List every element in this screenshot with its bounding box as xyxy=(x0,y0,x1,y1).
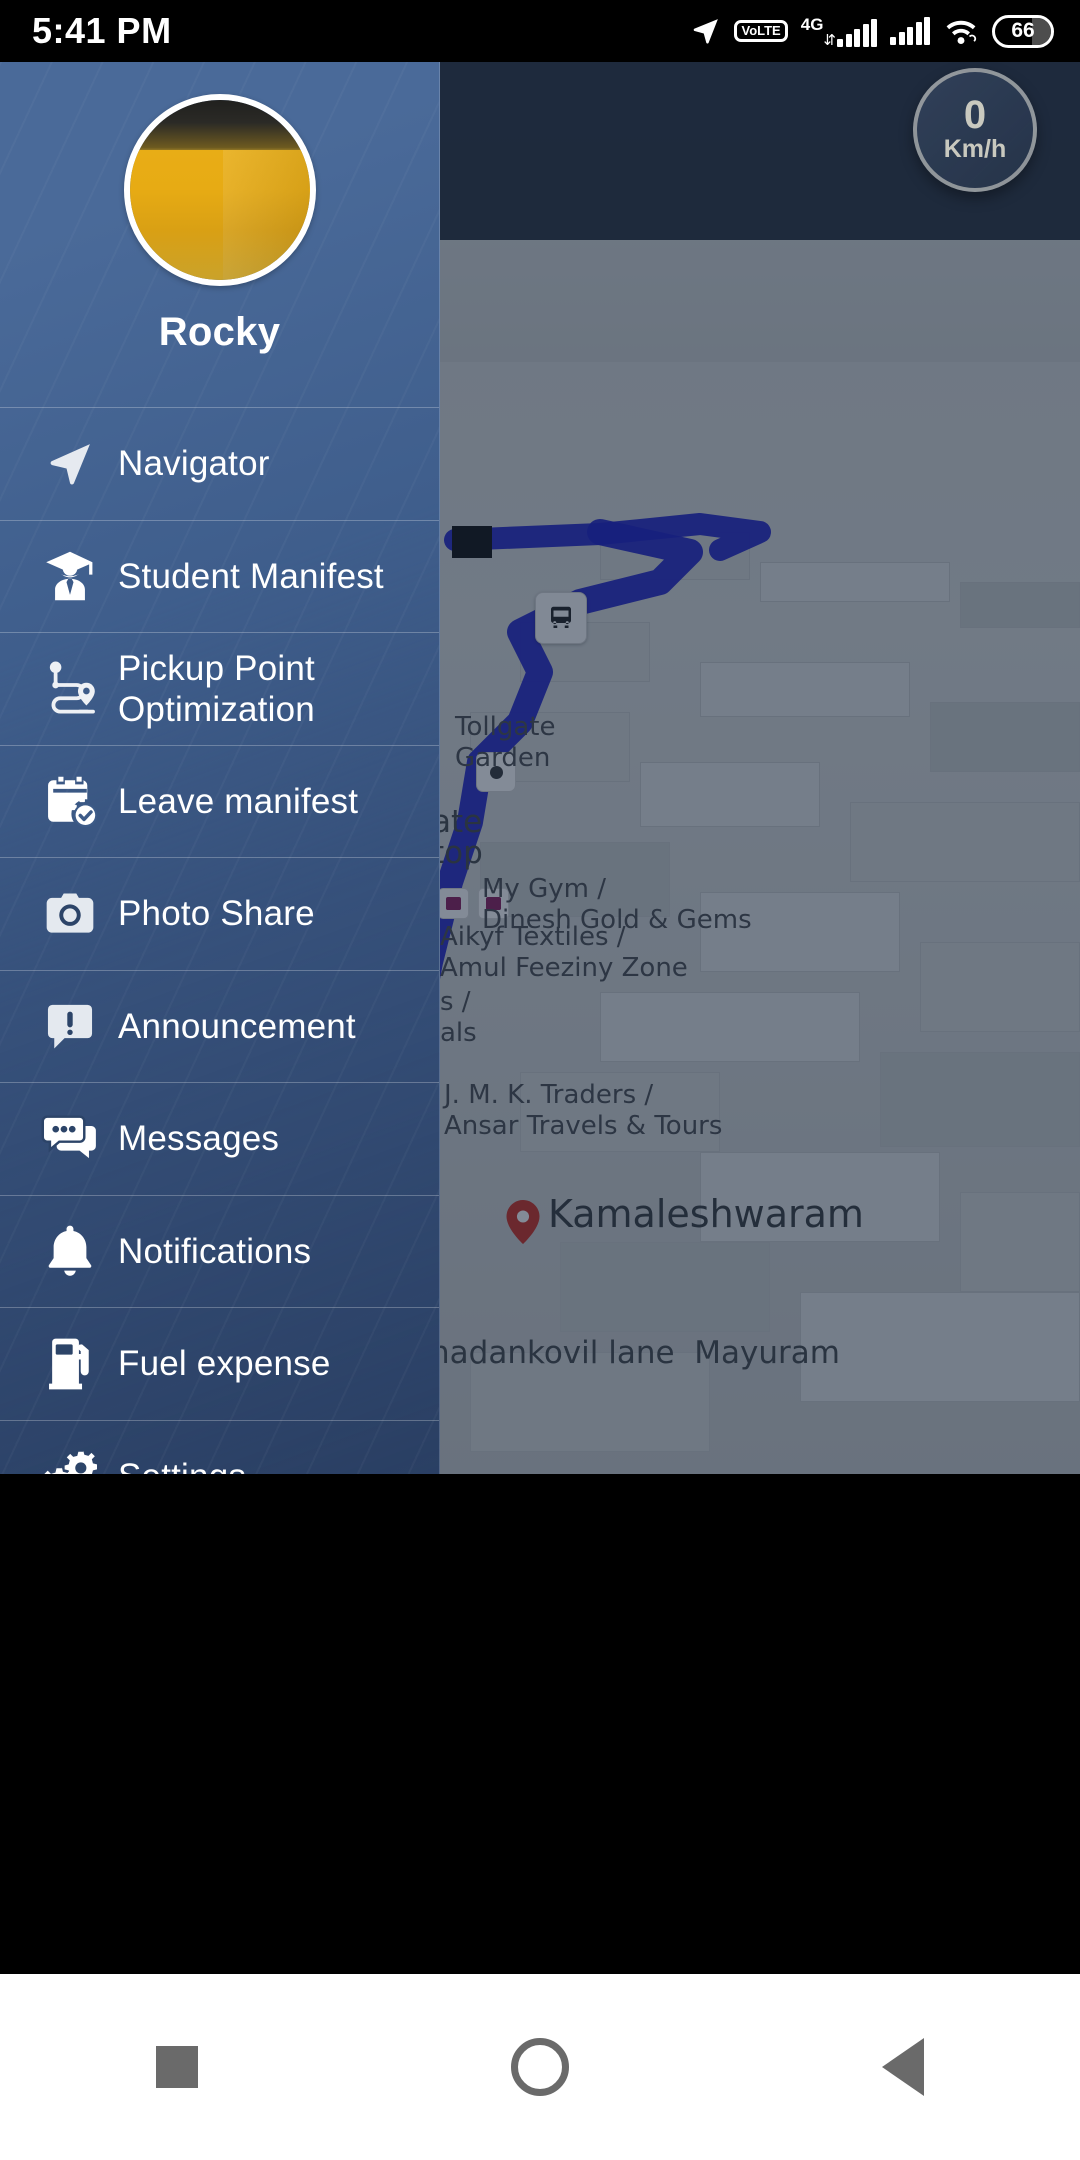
sidebar-item-photo-share[interactable]: Photo Share xyxy=(0,857,439,970)
sidebar-item-label: Student Manifest xyxy=(118,556,384,596)
network-type-label: 4G xyxy=(800,15,824,34)
status-clock: 5:41 PM xyxy=(32,10,172,51)
sidebar-item-notifications[interactable]: Notifications xyxy=(0,1194,439,1308)
sidebar-item-label: Pickup Point Optimization xyxy=(118,648,315,729)
wifi-icon xyxy=(943,16,979,46)
sidebar-item-label: Fuel expense xyxy=(118,1344,331,1384)
navigation-drawer[interactable]: Rocky Navigator Student Manifest Pickup … xyxy=(0,62,440,1474)
chat-bubbles-icon xyxy=(22,1110,118,1168)
sidebar-item-leave-manifest[interactable]: Leave manifest xyxy=(0,744,439,858)
sidebar-item-navigator[interactable]: Navigator xyxy=(0,407,439,520)
volte-line2: LTE xyxy=(757,23,781,38)
sidebar-item-label: Notifications xyxy=(118,1231,312,1271)
drawer-header: Rocky xyxy=(0,62,439,407)
recents-button[interactable] xyxy=(156,2046,199,2088)
status-icons: Vo LTE 4G ⇵ 66 xyxy=(691,14,1054,49)
graduate-student-icon xyxy=(22,548,118,604)
navigation-arrow-icon xyxy=(22,438,118,490)
fuel-pump-icon xyxy=(22,1335,118,1393)
status-bar: 5:41 PM Vo LTE 4G ⇵ 66 xyxy=(0,0,1080,62)
sidebar-item-student-manifest[interactable]: Student Manifest xyxy=(0,519,439,633)
sidebar-item-settings[interactable]: Settings xyxy=(0,1419,439,1474)
sidebar-item-pickup-point-optimization[interactable]: Pickup Point Optimization xyxy=(0,632,439,745)
signal-4g-icon: 4G ⇵ xyxy=(800,15,877,49)
android-navigation-bar xyxy=(0,1974,1080,2160)
speed-value: 0 xyxy=(963,93,987,137)
camera-icon xyxy=(22,886,118,942)
back-button[interactable] xyxy=(881,2038,924,2096)
sidebar-item-label: Settings xyxy=(118,1456,246,1474)
phone-screen: TollgateGarden atetop My Gym /Dinesh Gol… xyxy=(0,0,1080,2160)
data-arrows-icon: ⇵ xyxy=(823,32,836,49)
home-button[interactable] xyxy=(510,2038,569,2096)
gears-icon xyxy=(22,1447,118,1474)
signal-bars-2 xyxy=(890,17,930,45)
sidebar-item-label: Photo Share xyxy=(118,894,315,934)
location-icon xyxy=(691,16,721,46)
volte-icon: Vo LTE xyxy=(734,20,788,42)
announcement-bubble-icon xyxy=(22,999,118,1053)
sidebar-item-label: Leave manifest xyxy=(118,781,359,821)
sidebar-item-announcement[interactable]: Announcement xyxy=(0,969,439,1083)
signal-2-icon xyxy=(890,17,930,45)
volte-line1: Vo xyxy=(741,23,758,38)
bell-icon xyxy=(22,1223,118,1279)
speedometer-widget: 0 Km/h xyxy=(913,68,1037,192)
signal-bars xyxy=(837,19,877,47)
sidebar-item-fuel-expense[interactable]: Fuel expense xyxy=(0,1307,439,1420)
user-name: Rocky xyxy=(158,310,281,354)
calendar-check-icon xyxy=(22,773,118,829)
sidebar-item-label: Messages xyxy=(118,1119,280,1159)
battery-percent: 66 xyxy=(1011,19,1035,42)
route-pin-icon xyxy=(22,658,118,720)
battery-indicator: 66 xyxy=(992,14,1054,48)
sidebar-item-label: Navigator xyxy=(118,444,270,484)
sidebar-item-messages[interactable]: Messages xyxy=(0,1082,439,1195)
avatar[interactable] xyxy=(123,94,316,286)
sidebar-item-label: Announcement xyxy=(118,1006,356,1046)
speed-unit: Km/h xyxy=(943,135,1007,163)
